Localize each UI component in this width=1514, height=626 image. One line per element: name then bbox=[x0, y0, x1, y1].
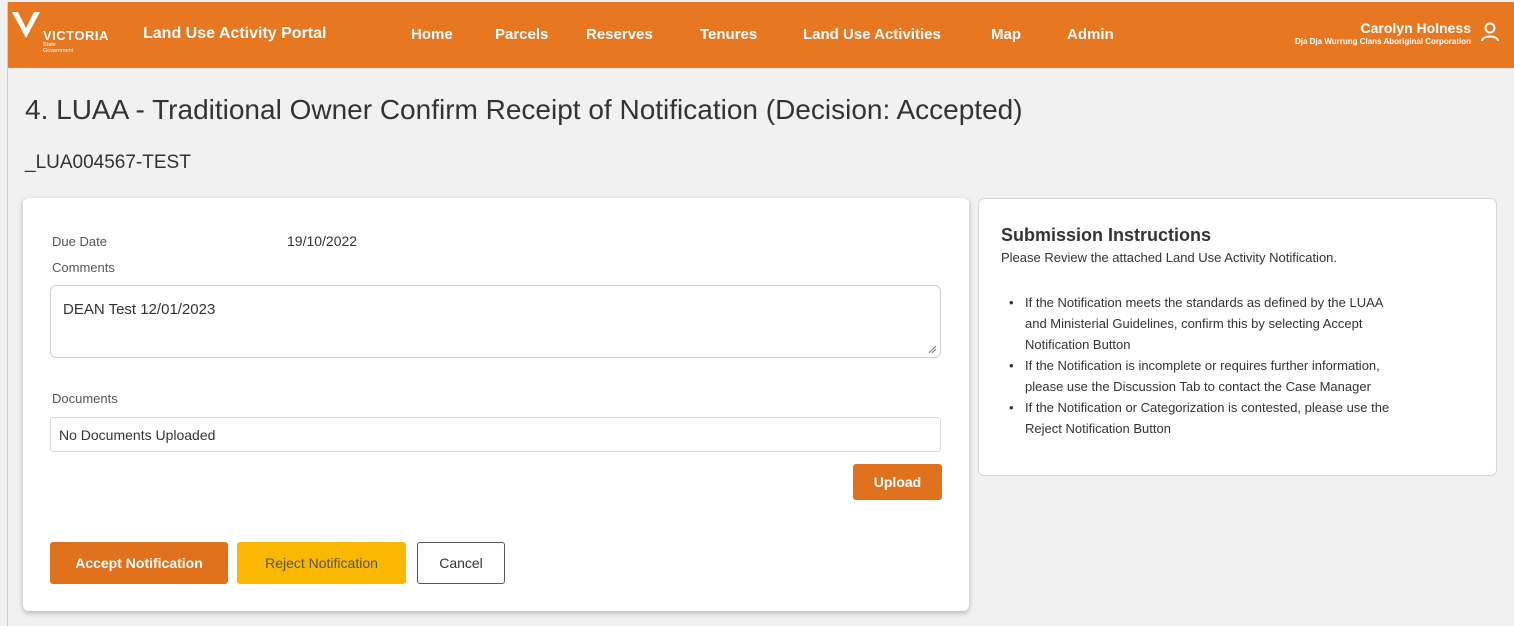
nav-admin[interactable]: Admin bbox=[1067, 26, 1114, 43]
documents-list: No Documents Uploaded bbox=[50, 417, 941, 452]
logo-subtitle: State Government bbox=[43, 42, 74, 54]
nav-parcels[interactable]: Parcels bbox=[495, 26, 548, 43]
due-date-value: 19/10/2022 bbox=[287, 233, 358, 249]
submission-instructions-panel: Submission Instructions Please Review th… bbox=[978, 198, 1497, 476]
instruction-line: If the Notification meets the standards … bbox=[1025, 295, 1384, 310]
reject-notification-button[interactable]: Reject Notification bbox=[237, 542, 406, 584]
victoria-v-mark bbox=[12, 12, 40, 38]
top-navbar: VICTORIA State Government Land Use Activ… bbox=[8, 2, 1514, 68]
app-frame: VICTORIA State Government Land Use Activ… bbox=[7, 2, 1514, 626]
instruction-line: Reject Notification Button bbox=[1025, 421, 1171, 436]
instruction-line: If the Notification or Categorization is… bbox=[1025, 400, 1390, 415]
nav-land-use-activities[interactable]: Land Use Activities bbox=[803, 26, 941, 43]
documents-label: Documents bbox=[52, 391, 118, 406]
user-icon[interactable] bbox=[1481, 22, 1499, 47]
instruction-line: If the Notification is incomplete or req… bbox=[1025, 358, 1380, 373]
accept-notification-button[interactable]: Accept Notification bbox=[50, 542, 228, 584]
cancel-button[interactable]: Cancel bbox=[417, 542, 505, 584]
nav-tenures[interactable]: Tenures bbox=[700, 26, 757, 43]
nav-reserves[interactable]: Reserves bbox=[586, 26, 653, 43]
instructions-intro: Please Review the attached Land Use Acti… bbox=[1001, 250, 1338, 265]
victoria-logo[interactable]: VICTORIA State Government bbox=[10, 8, 128, 60]
instruction-item: If the Notification or Categorization is… bbox=[1001, 397, 1481, 439]
instruction-line: please use the Discussion Tab to contact… bbox=[1025, 379, 1371, 394]
instructions-list: If the Notification meets the standards … bbox=[1001, 292, 1481, 439]
user-organisation: Dja Dja Wurrung Clans Aboriginal Corpora… bbox=[1294, 37, 1471, 46]
due-date-label: Due Date bbox=[52, 234, 107, 249]
resize-grip-icon[interactable] bbox=[927, 344, 937, 354]
instruction-item: If the Notification meets the standards … bbox=[1001, 292, 1481, 355]
instructions-title: Submission Instructions bbox=[1001, 225, 1212, 245]
instruction-line: and Ministerial Guidelines, confirm this… bbox=[1025, 316, 1363, 331]
nav-home[interactable]: Home bbox=[411, 26, 453, 43]
nav-map[interactable]: Map bbox=[991, 26, 1021, 43]
upload-button[interactable]: Upload bbox=[853, 464, 942, 500]
page-title: 4. LUAA - Traditional Owner Confirm Rece… bbox=[25, 94, 1023, 125]
instruction-line: Notification Button bbox=[1025, 337, 1131, 352]
instruction-item: If the Notification is incomplete or req… bbox=[1001, 355, 1481, 397]
user-name[interactable]: Carolyn Holness bbox=[1361, 20, 1471, 36]
portal-brand[interactable]: Land Use Activity Portal bbox=[143, 25, 326, 43]
logo-wordmark: VICTORIA bbox=[43, 28, 109, 43]
form-card: Due Date 19/10/2022 Comments DEAN Test 1… bbox=[23, 198, 969, 611]
comments-value: DEAN Test 12/01/2023 bbox=[63, 301, 216, 318]
comments-field[interactable]: DEAN Test 12/01/2023 bbox=[50, 285, 941, 358]
case-id: _LUA004567-TEST bbox=[25, 152, 191, 173]
comments-label: Comments bbox=[52, 260, 115, 275]
